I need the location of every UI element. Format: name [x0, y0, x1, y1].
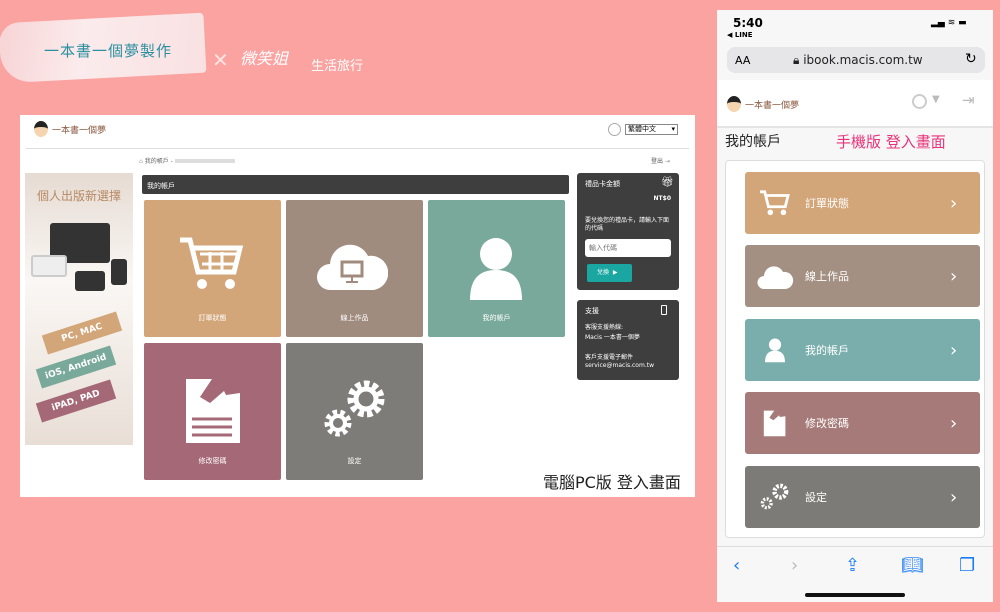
support-email[interactable]: service@macis.com.tw: [585, 362, 654, 369]
section-title: 我的帳戶: [142, 175, 569, 194]
gift-card-panel: 禮品卡金額 🎁︎ NT$0 要兌換您的禮品卡，請輸入下面的代碼 兌換 ▶: [577, 173, 679, 290]
text-size-button[interactable]: AA: [735, 54, 750, 67]
back-to-app[interactable]: ◀ LINE: [727, 31, 753, 39]
share-icon[interactable]: ⇪: [845, 555, 860, 576]
menu-change-password[interactable]: 修改密碼 ›: [745, 392, 980, 454]
tile-order-status[interactable]: 訂單狀態: [144, 200, 281, 337]
reload-icon[interactable]: ↻: [965, 51, 977, 67]
browser-toolbar: ‹ › ⇪ 📖︎ ❐: [717, 546, 993, 602]
site-logo[interactable]: 一本書一個夢: [727, 96, 799, 112]
globe-icon[interactable]: [912, 94, 927, 109]
tablet-image: [31, 255, 67, 277]
support-panel: 支援 客服支援熱線: Macis 一本書一個夢 客戶支援電子郵件 service…: [577, 300, 679, 380]
chevron-right-icon: ›: [950, 486, 958, 508]
user-icon: [745, 335, 805, 365]
ribbon-text: 一本書一個夢製作: [44, 42, 173, 60]
cloud-monitor-icon: [317, 244, 388, 290]
tile-my-account[interactable]: 我的帳戶: [428, 200, 565, 337]
status-icons: ▂▄ ≋ ▬: [931, 18, 967, 28]
cart-icon: [745, 189, 805, 217]
language-select[interactable]: 繁體中文 ▾: [625, 124, 678, 135]
url-text: 🔒︎ ibook.macis.com.tw: [793, 53, 923, 67]
mobile-screenshot: 5:40 ◀ LINE ▂▄ ≋ ▬ AA 🔒︎ ibook.macis.com…: [717, 10, 993, 602]
promo-banner[interactable]: 個人出版新選擇 PC, MAC iOS, Android iPAD, PAD: [25, 173, 133, 445]
edit-document-icon: [745, 408, 805, 438]
chevron-right-icon: ›: [950, 192, 958, 214]
status-time: 5:40: [733, 16, 763, 30]
tile-settings[interactable]: 設定: [286, 343, 423, 480]
menu-online-works[interactable]: 線上作品 ›: [745, 245, 980, 307]
menu-card: 訂單狀態 › 線上作品 › 我的帳戶 › 修改密碼 › 設定 ›: [725, 160, 985, 538]
mascot-icon: [727, 96, 741, 112]
mobile-caption: 手機版 登入畫面: [836, 133, 946, 151]
user-icon: [470, 238, 522, 300]
phone-icon: [661, 305, 667, 315]
address-bar[interactable]: AA 🔒︎ ibook.macis.com.tw ↻: [727, 47, 985, 73]
gift-icon: 🎁︎: [661, 177, 674, 188]
globe-icon: [608, 123, 621, 136]
camera-image: [75, 271, 105, 291]
pc-screenshot: 一本書一個夢 繁體中文 ▾ ⌂ 我的帳戶 - 登出 ⇥ 個人出版新選擇 PC, M…: [20, 115, 695, 497]
tabs-icon[interactable]: ❐: [959, 555, 975, 576]
phone-image: [111, 259, 127, 285]
chevron-right-icon: ›: [950, 265, 958, 287]
cloud-monitor-icon: [745, 261, 805, 291]
menu-my-account[interactable]: 我的帳戶 ›: [745, 319, 980, 381]
logout-link[interactable]: 登出 ⇥: [651, 156, 670, 165]
signature-subtitle: 生活旅行: [311, 59, 364, 74]
logout-icon[interactable]: ⇥: [962, 91, 975, 109]
cross-mark: ✕: [212, 48, 229, 72]
home-indicator: [805, 593, 905, 597]
back-icon[interactable]: ‹: [733, 555, 740, 576]
tile-online-works[interactable]: 線上作品: [286, 200, 423, 337]
redeem-button[interactable]: 兌換 ▶: [587, 264, 632, 282]
lock-icon: 🔒︎: [793, 53, 800, 67]
mascot-icon: [34, 121, 48, 137]
menu-order-status[interactable]: 訂單狀態 ›: [745, 172, 980, 234]
cart-icon: [180, 237, 244, 289]
divider: [26, 148, 689, 149]
site-logo[interactable]: 一本書一個夢: [34, 121, 106, 137]
edit-document-icon: [186, 379, 240, 443]
chevron-right-icon: ›: [950, 339, 958, 361]
gift-code-input[interactable]: [585, 239, 671, 257]
chevron-down-icon[interactable]: ▼: [932, 94, 940, 105]
home-icon: ⌂: [139, 158, 143, 165]
signature-logo: 微笑姐: [240, 49, 289, 68]
breadcrumb[interactable]: ⌂ 我的帳戶 -: [139, 156, 235, 165]
menu-settings[interactable]: 設定 ›: [745, 466, 980, 528]
bookmarks-icon[interactable]: 📖︎: [901, 555, 924, 576]
gears-icon: [324, 380, 385, 437]
logout-icon: ⇥: [664, 158, 670, 165]
tile-change-password[interactable]: 修改密碼: [144, 343, 281, 480]
page-title: 我的帳戶: [725, 134, 781, 150]
site-header: 一本書一個夢 ▼ ⇥: [717, 80, 993, 128]
forward-icon[interactable]: ›: [791, 555, 798, 576]
gears-icon: [745, 481, 805, 513]
pc-caption: 電腦PC版 登入畫面: [543, 473, 681, 492]
chevron-right-icon: ›: [950, 412, 958, 434]
